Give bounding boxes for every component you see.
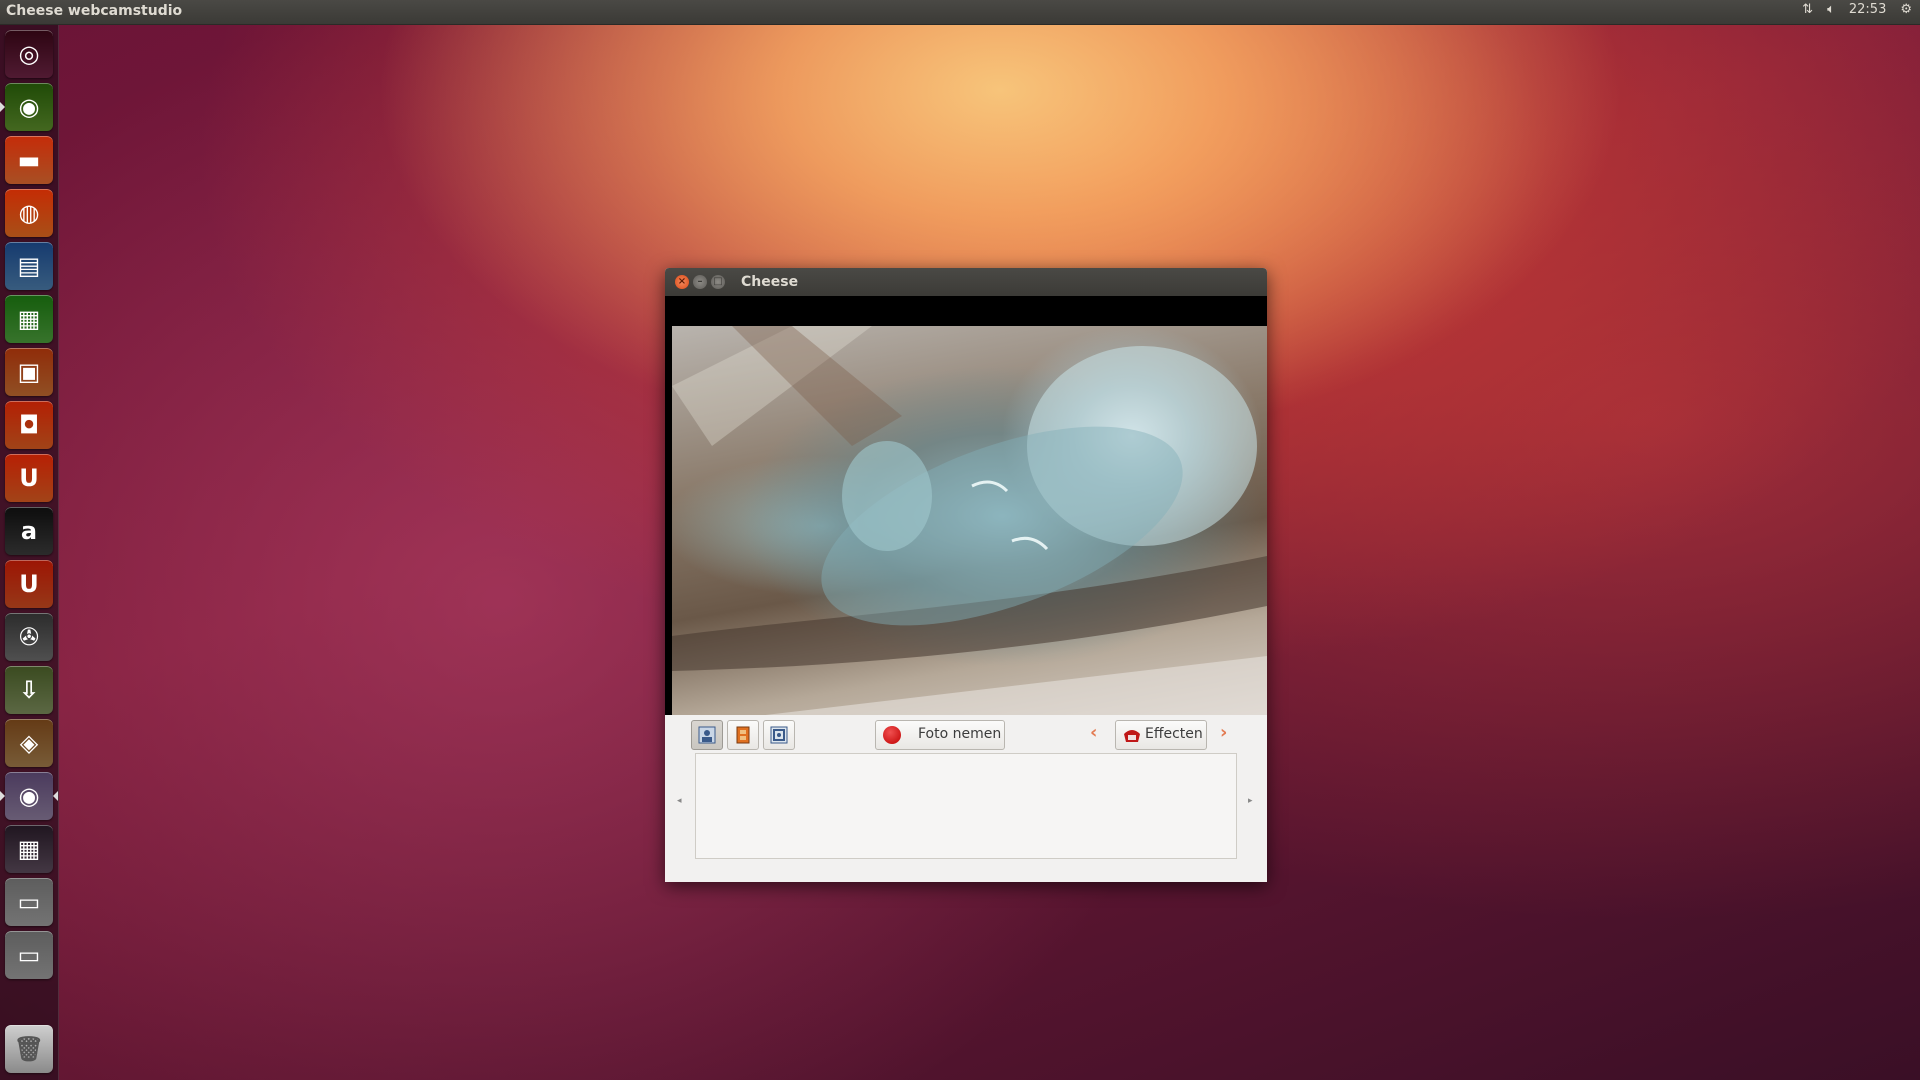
- capture-toolbar: Foto nemen ‹ Effecten ›: [665, 715, 1267, 751]
- launcher-chrome-icon[interactable]: ◉: [5, 83, 53, 131]
- launcher-libreoffice-writer-icon[interactable]: ▤: [5, 242, 53, 290]
- burst-mode-button[interactable]: [763, 720, 795, 750]
- running-indicator: [0, 102, 5, 112]
- launcher-drive-1-icon[interactable]: ▭: [5, 878, 53, 926]
- launcher-cheese-icon[interactable]: ◉: [5, 772, 53, 820]
- focused-indicator: [53, 791, 58, 801]
- take-photo-button[interactable]: Foto nemen: [875, 720, 1005, 750]
- launcher-system-settings-icon[interactable]: ✇: [5, 613, 53, 661]
- trash-icon[interactable]: 🗑︎: [5, 1025, 53, 1073]
- launcher-amazon-icon[interactable]: a: [5, 507, 53, 555]
- scroll-right-icon[interactable]: ▸: [1248, 796, 1253, 806]
- launcher-news-downloader-icon[interactable]: ⇩: [5, 666, 53, 714]
- video-mode-icon: [736, 726, 750, 744]
- window-titlebar[interactable]: × – □ Cheese: [665, 268, 1267, 296]
- launcher-ubuntu-one-icon[interactable]: U: [5, 454, 53, 502]
- active-app-title: Cheese webcamstudio: [6, 3, 183, 19]
- volume-icon[interactable]: 🔈︎: [1827, 2, 1835, 17]
- webcam-preview-art: [672, 326, 1267, 715]
- take-photo-label: Foto nemen: [918, 726, 1002, 742]
- launcher-drive-2-icon[interactable]: ▭: [5, 931, 53, 979]
- chevron-right-icon[interactable]: ›: [1220, 722, 1227, 743]
- running-indicator: [0, 791, 5, 801]
- cheese-window: × – □ Cheese Foto nemen ‹ Effecten › ◂ ▸: [665, 268, 1267, 882]
- gear-icon[interactable]: ⚙: [1900, 2, 1912, 17]
- maximize-icon[interactable]: □: [711, 275, 725, 289]
- minimize-icon[interactable]: –: [693, 275, 707, 289]
- indicator-area: ⇅ 🔈︎ 22:53 ⚙: [1802, 2, 1912, 17]
- record-icon: [883, 726, 901, 744]
- launcher-firefox-icon[interactable]: ◍: [5, 189, 53, 237]
- photo-mode-icon: [698, 726, 716, 744]
- network-updown-icon[interactable]: ⇅: [1802, 2, 1813, 17]
- thumbnail-area: ◂ ▸: [665, 751, 1267, 882]
- launcher-software-center-icon[interactable]: ◘: [5, 401, 53, 449]
- launcher-libreoffice-impress-icon[interactable]: ▣: [5, 348, 53, 396]
- effects-icon: [1122, 726, 1142, 748]
- clock[interactable]: 22:53: [1849, 2, 1886, 17]
- burst-mode-icon: [770, 726, 788, 744]
- effects-button[interactable]: Effecten: [1115, 720, 1207, 750]
- launcher-files-icon[interactable]: ▬: [5, 136, 53, 184]
- webcam-preview-image: [672, 326, 1267, 715]
- video-mode-button[interactable]: [727, 720, 759, 750]
- launcher-dash-home-icon[interactable]: ◎: [5, 30, 53, 78]
- thumbnail-strip[interactable]: [695, 753, 1237, 859]
- scroll-left-icon[interactable]: ◂: [677, 796, 682, 806]
- launcher-libreoffice-calc-icon[interactable]: ▦: [5, 295, 53, 343]
- chevron-left-icon[interactable]: ‹: [1090, 722, 1097, 743]
- launcher-ubuntu-one-music-icon[interactable]: U: [5, 560, 53, 608]
- top-panel: Cheese webcamstudio ⇅ 🔈︎ 22:53 ⚙: [0, 0, 1920, 25]
- launcher: ◎ ◉ ▬ ◍ ▤ ▦ ▣ ◘ Ua U ✇ ⇩ ◈ ◉ ▦ ▭ ▭ 🗑︎: [0, 25, 59, 1080]
- effects-label: Effecten: [1145, 726, 1203, 742]
- launcher-world-map-icon[interactable]: ◈: [5, 719, 53, 767]
- launcher-workspace-switcher-icon[interactable]: ▦: [5, 825, 53, 873]
- video-preview-area: [665, 296, 1267, 715]
- window-title: Cheese: [741, 274, 799, 290]
- photo-mode-button[interactable]: [691, 720, 723, 750]
- close-icon[interactable]: ×: [675, 275, 689, 289]
